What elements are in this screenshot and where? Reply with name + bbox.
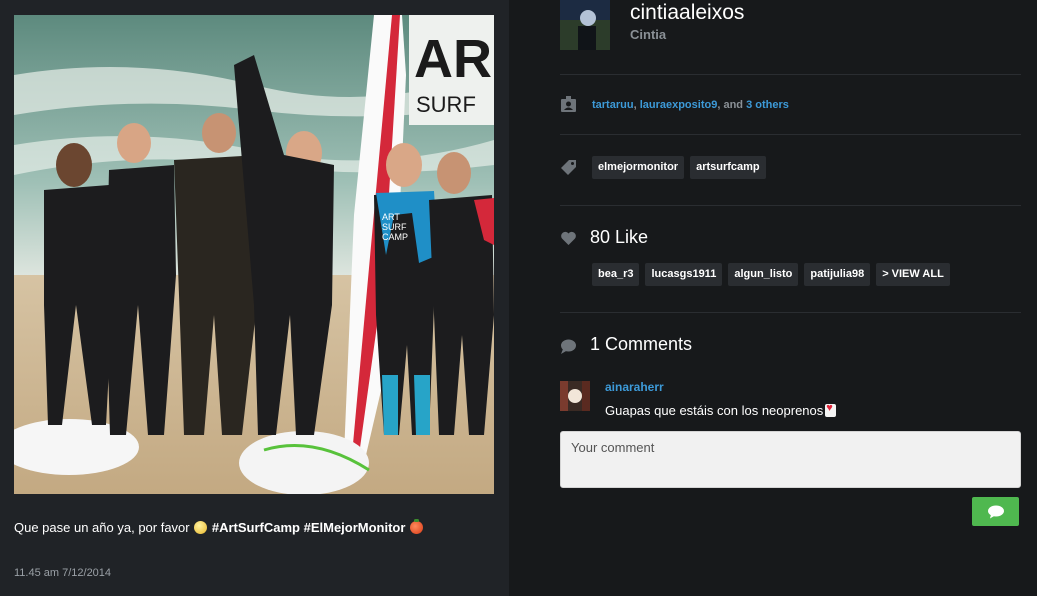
likes-count: 80 Like bbox=[590, 227, 649, 247]
sad-face-emoji-icon bbox=[194, 521, 208, 534]
tagged-separator: , bbox=[717, 99, 721, 111]
wetsuit-logo-line-3: CAMP bbox=[382, 232, 408, 242]
author-fullname: Cintia bbox=[630, 27, 667, 42]
caption-hashtags[interactable]: #ArtSurfCamp #ElMejorMonitor bbox=[212, 520, 406, 535]
caption-text: Que pase un año ya, por favor bbox=[14, 520, 194, 535]
divider bbox=[560, 205, 1021, 206]
tag-icon bbox=[560, 159, 577, 176]
send-comment-button[interactable] bbox=[972, 497, 1019, 526]
tagged-others-link[interactable]: 3 others bbox=[746, 99, 789, 111]
tagged-user-link[interactable]: tartaruu bbox=[592, 99, 634, 111]
tagged-separator: , bbox=[633, 99, 637, 111]
commenter-avatar[interactable] bbox=[560, 381, 590, 411]
likers-list: bea_r3 lucasgs1911 algun_listo patijulia… bbox=[592, 263, 950, 286]
comment-body: Guapas que estáis con los neoprenos bbox=[605, 403, 824, 418]
speech-bubble-icon bbox=[560, 338, 577, 355]
wetsuit-logo-line-2: SURF bbox=[382, 222, 407, 232]
tagged-user-link[interactable]: lauraexposito9 bbox=[640, 99, 718, 111]
comment-input[interactable] bbox=[560, 431, 1021, 488]
post-photo[interactable]: AR SURF ART SURF CAMP bbox=[14, 15, 494, 494]
love-letter-emoji-icon bbox=[825, 402, 837, 417]
photo-panel: AR SURF ART SURF CAMP Que pase un año ya… bbox=[0, 0, 509, 596]
liker-chip[interactable]: algun_listo bbox=[728, 263, 799, 286]
speech-bubble-icon bbox=[987, 505, 1004, 518]
person-tag-icon bbox=[560, 96, 577, 113]
tagged-users: tartaruu, lauraexposito9, and 3 others bbox=[592, 99, 789, 111]
view-all-likes-button[interactable]: > VIEW ALL bbox=[876, 263, 950, 286]
author-username[interactable]: cintiaaleixos bbox=[630, 1, 744, 25]
divider bbox=[560, 312, 1021, 313]
hashtag-list: elmejormonitor artsurfcamp bbox=[592, 156, 766, 179]
post-caption: Que pase un año ya, por favor #ArtSurfCa… bbox=[14, 518, 494, 538]
liker-chip[interactable]: bea_r3 bbox=[592, 263, 640, 286]
heart-icon[interactable] bbox=[560, 230, 577, 247]
comments-count: 1 Comments bbox=[590, 334, 693, 354]
details-panel: cintiaaleixos Cintia tartaruu, lauraexpo… bbox=[509, 0, 1037, 596]
comment-text: Guapas que estáis con los neoprenos bbox=[605, 402, 837, 418]
post-timestamp: 11.45 am 7/12/2014 bbox=[14, 567, 112, 579]
sign-text-large: AR bbox=[414, 29, 492, 89]
divider bbox=[560, 134, 1021, 135]
liker-chip[interactable]: lucasgs1911 bbox=[645, 263, 723, 286]
sign-text-small: SURF bbox=[416, 92, 476, 117]
tagged-conjunction: and bbox=[723, 99, 744, 111]
divider bbox=[560, 74, 1021, 75]
wetsuit-logo-line-1: ART bbox=[382, 212, 400, 222]
hashtag-chip[interactable]: elmejormonitor bbox=[592, 156, 685, 179]
commenter-username[interactable]: ainaraherr bbox=[605, 380, 664, 394]
author-avatar[interactable] bbox=[560, 0, 610, 50]
tomato-emoji-icon bbox=[410, 519, 424, 534]
hashtag-chip[interactable]: artsurfcamp bbox=[690, 156, 766, 179]
liker-chip[interactable]: patijulia98 bbox=[804, 263, 871, 286]
